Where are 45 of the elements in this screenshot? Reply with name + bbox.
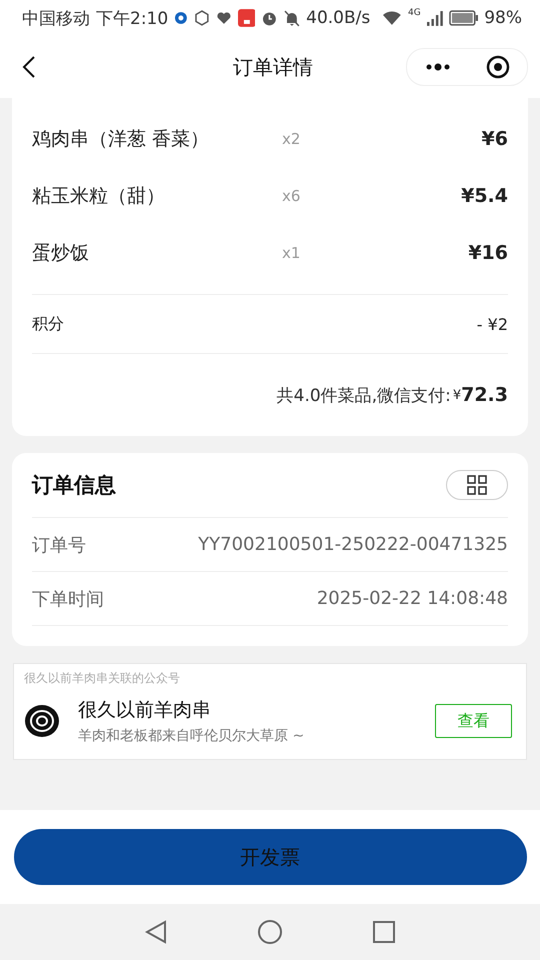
item-price: ¥6	[482, 128, 508, 150]
target-icon[interactable]	[486, 55, 510, 79]
qr-code-icon	[467, 475, 487, 495]
carrier-name: 中国移动	[22, 8, 90, 30]
back-triangle-icon[interactable]	[145, 920, 167, 944]
item-quantity: x2	[282, 130, 302, 148]
account-name: 很久以前羊肉串	[78, 698, 212, 723]
invoice-button[interactable]: 开发票	[14, 829, 526, 885]
network-type: 4G	[408, 8, 421, 18]
payment-summary: 共4.0件菜品,微信支付:	[276, 384, 451, 406]
heart-icon	[216, 11, 232, 25]
info-value: 2025-02-22 14:08:48	[316, 588, 508, 609]
view-button[interactable]: 查看	[435, 704, 512, 738]
info-label: 下单时间	[32, 588, 104, 610]
alarm-icon	[261, 10, 278, 26]
network-speed: 40.0B/s	[306, 8, 370, 28]
section-title: 订单信息	[32, 472, 116, 499]
more-icon[interactable]	[424, 63, 450, 71]
total-amount: 72.3	[461, 384, 508, 406]
home-circle-icon[interactable]	[257, 919, 283, 945]
account-caption: 很久以前羊肉串关联的公众号	[24, 670, 181, 687]
account-description: 羊肉和老板都来自呼伦贝尔大草原 ~	[78, 727, 306, 745]
item-price: ¥16	[468, 242, 508, 264]
bell-off-icon	[284, 10, 300, 26]
discount-label: 积分	[32, 314, 64, 334]
app-notification-icon	[174, 11, 188, 25]
info-label: 订单号	[32, 534, 86, 556]
recents-square-icon[interactable]	[373, 921, 395, 943]
qr-code-button[interactable]	[446, 470, 508, 500]
wifi-icon	[382, 10, 402, 26]
page-title: 订单详情	[233, 54, 313, 80]
signal-icon	[426, 10, 443, 26]
battery-icon	[448, 10, 478, 26]
info-value: YY7002100501-250222-00471325	[198, 534, 508, 555]
status-time: 下午2:10	[96, 8, 168, 30]
item-price: ¥5.4	[461, 184, 508, 206]
item-name: 鸡肉串（洋葱 香菜）	[32, 126, 210, 152]
discount-value: - ¥2	[476, 314, 508, 334]
currency-sign: ¥	[452, 388, 462, 402]
item-name: 蛋炒饭	[32, 240, 90, 266]
item-quantity: x1	[282, 244, 302, 262]
battery-percent: 98%	[484, 8, 522, 28]
item-name: 粘玉米粒（甜）	[32, 184, 166, 208]
item-quantity: x6	[282, 186, 302, 204]
app-notification-icon	[238, 9, 256, 27]
